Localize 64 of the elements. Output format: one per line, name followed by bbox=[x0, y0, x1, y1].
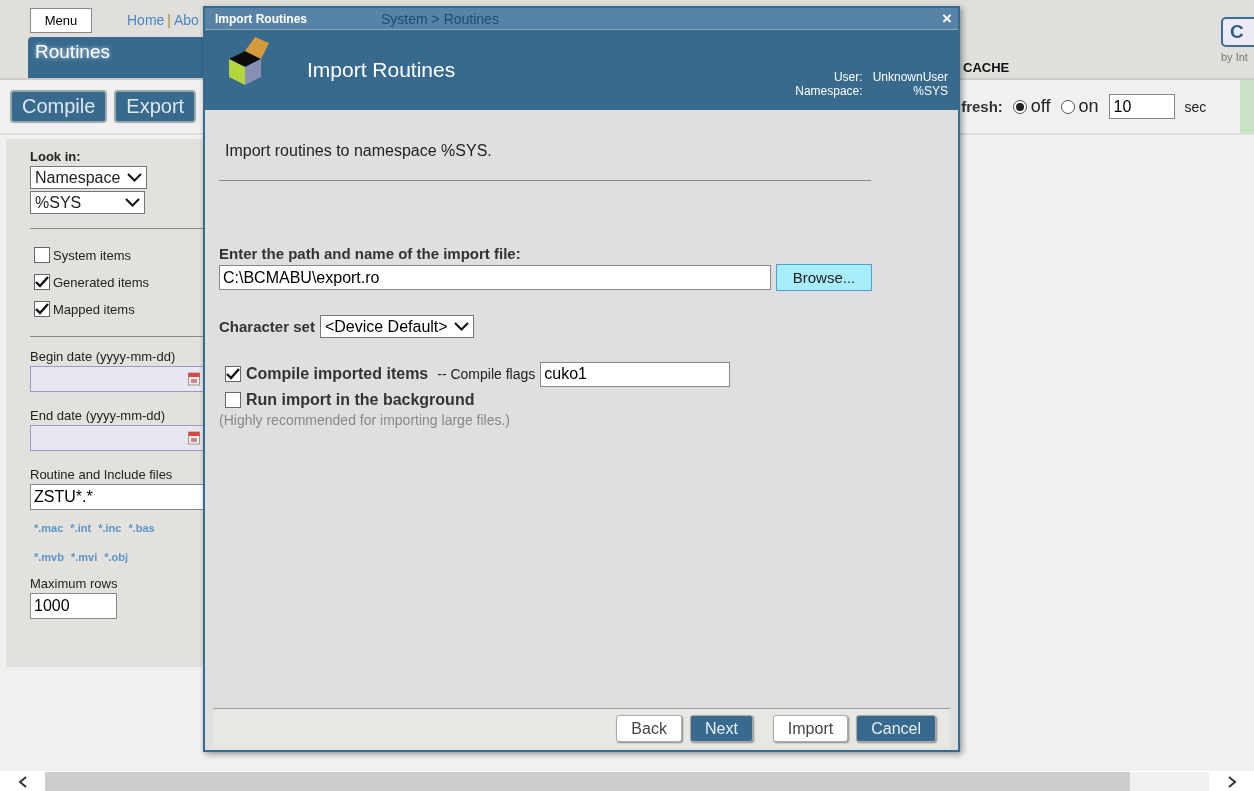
begin-date-label: Begin date (yyyy-mm-dd) bbox=[30, 349, 177, 364]
flags-label: -- Compile flags bbox=[437, 366, 536, 382]
charset-label: Character set bbox=[219, 318, 315, 335]
action-button[interactable]: Compile bbox=[10, 90, 108, 123]
note-text: (Highly recommended for importing large files.) bbox=[219, 412, 511, 428]
location-select[interactable]: %SYS bbox=[30, 191, 145, 214]
refresh-label: fresh: bbox=[961, 98, 1003, 115]
checkbox-label: System items bbox=[53, 247, 131, 263]
checkbox[interactable] bbox=[34, 301, 50, 317]
calendar-icon[interactable] bbox=[188, 431, 200, 445]
user-label: User: bbox=[832, 70, 863, 84]
logo-caption: by Int bbox=[1221, 51, 1249, 63]
file-path-field[interactable]: C:\BCMABU\export.ro bbox=[219, 265, 771, 290]
checkbox-label: Mapped items bbox=[53, 301, 135, 317]
intro-text: Import routines to namespace %SYS. bbox=[225, 142, 493, 160]
look-in-select[interactable]: Namespace bbox=[30, 166, 147, 189]
begin-date-field[interactable] bbox=[30, 366, 205, 392]
checkbox-label: Generated items bbox=[53, 274, 150, 290]
menu-button[interactable]: Menu bbox=[30, 7, 92, 33]
dialog-title: Import Routines bbox=[215, 11, 307, 26]
user-value: UnknownUser bbox=[872, 70, 948, 84]
dialog-button[interactable]: Back bbox=[616, 715, 682, 742]
nav-link[interactable]: Home bbox=[127, 12, 165, 28]
radio-button[interactable] bbox=[1060, 99, 1075, 114]
browse-button[interactable]: Browse... bbox=[776, 264, 872, 291]
look-in-label: Look in: bbox=[30, 149, 82, 164]
checkbox[interactable] bbox=[34, 247, 50, 263]
max-rows-field[interactable]: 1000 bbox=[30, 593, 117, 619]
chevron-down-icon bbox=[453, 322, 469, 331]
files-label: Routine and Include files bbox=[30, 467, 174, 482]
dialog-button[interactable]: Cancel bbox=[856, 715, 936, 742]
side-strip bbox=[1240, 80, 1254, 133]
flags-field[interactable]: cuko1 bbox=[540, 361, 731, 387]
chevron-down-icon bbox=[125, 198, 140, 207]
radio-label: off bbox=[1030, 96, 1051, 117]
chevron-down-icon bbox=[127, 173, 142, 182]
brand-label: CACHE bbox=[963, 60, 1010, 77]
namespace-label: Namespace: bbox=[795, 84, 863, 98]
option-label: Run import in the background bbox=[246, 391, 475, 409]
scrollbar-thumb[interactable] bbox=[45, 772, 1130, 791]
unit-label: sec bbox=[1184, 98, 1207, 115]
end-date-label: End date (yyyy-mm-dd) bbox=[30, 408, 167, 423]
files-field[interactable]: ZSTU*.* bbox=[30, 484, 205, 510]
charset-select[interactable]: <Device Default> bbox=[319, 315, 474, 338]
action-button[interactable]: Export bbox=[114, 90, 197, 123]
logo: C bbox=[1221, 17, 1254, 47]
interval-field[interactable]: 10 bbox=[1108, 94, 1175, 119]
end-date-field[interactable] bbox=[30, 425, 205, 451]
dialog-button[interactable]: Next bbox=[689, 715, 753, 742]
dialog-button[interactable]: Import bbox=[772, 715, 849, 742]
checkbox[interactable] bbox=[225, 392, 241, 408]
checkbox[interactable] bbox=[225, 366, 241, 382]
radio-label: on bbox=[1078, 96, 1099, 117]
max-rows-label: Maximum rows bbox=[30, 576, 119, 591]
option-label: Compile imported items bbox=[246, 365, 429, 383]
nav-link[interactable]: Abo bbox=[174, 12, 199, 28]
close-button[interactable]: × bbox=[942, 10, 952, 27]
namespace-value: %SYS bbox=[912, 84, 948, 98]
nav-separator: | bbox=[167, 12, 171, 28]
dialog-heading: Import Routines bbox=[307, 58, 456, 82]
radio-button[interactable] bbox=[1012, 99, 1027, 114]
checkbox[interactable] bbox=[34, 274, 50, 290]
file-label: Enter the path and name of the import file: bbox=[219, 245, 522, 262]
calendar-icon[interactable] bbox=[188, 372, 200, 386]
